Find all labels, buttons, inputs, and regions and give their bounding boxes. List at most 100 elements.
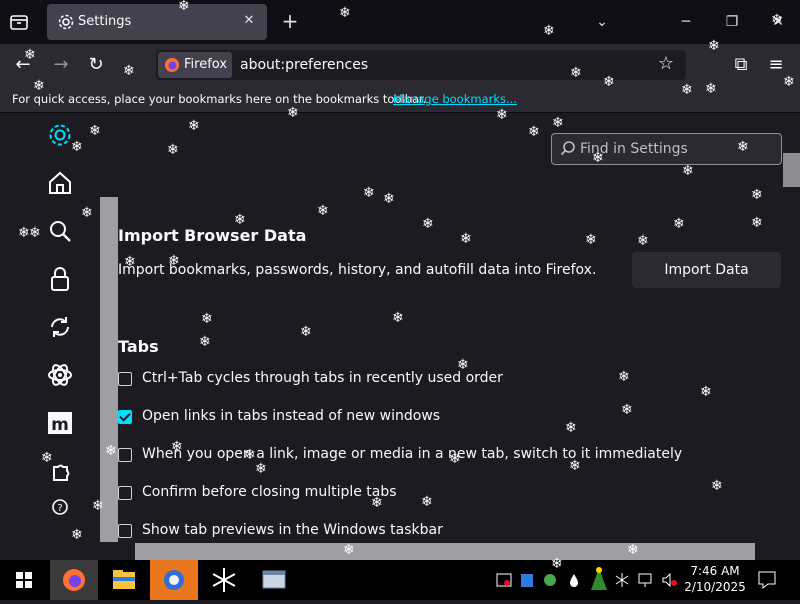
snowflake-icon: ❄ (457, 357, 469, 373)
chevron-down-icon[interactable]: ⌄ (592, 12, 612, 32)
snowflake-icon: ❄ (343, 542, 355, 558)
mozilla-icon: m (48, 412, 72, 435)
taskbar-snow-app[interactable] (200, 560, 248, 600)
bookmark-star-icon[interactable]: ☆ (656, 54, 676, 74)
manage-bookmarks-link[interactable]: Manage bookmarks... (393, 92, 517, 106)
taskbar-firefox[interactable] (50, 560, 98, 600)
start-button[interactable] (0, 560, 48, 600)
reload-icon[interactable]: ↻ (85, 54, 107, 76)
svg-text:m: m (51, 415, 69, 435)
category-home[interactable] (46, 169, 74, 197)
snowflake-icon: ❄ (460, 231, 472, 247)
category-experimental[interactable] (46, 361, 74, 389)
snowflake-icon: ❄ (449, 451, 461, 467)
snowflake-icon: ❄ (317, 203, 329, 219)
snowflake-icon: ❄ (105, 443, 117, 459)
tab-strip: Settings ✕ + ⌄ ─ ❐ ✕ (0, 0, 800, 44)
snowflake-icon: ❄ (89, 123, 101, 139)
search-icon (560, 140, 576, 156)
extensions-icon[interactable]: ⧉ (730, 54, 752, 76)
snowflake-icon: ❄ (771, 12, 783, 28)
snowflake-icon: ❄ (33, 78, 45, 94)
content-scrollbar[interactable] (783, 153, 800, 187)
option-label: Ctrl+Tab cycles through tabs in recently… (142, 370, 503, 386)
snowflake-icon: ❄ (339, 5, 351, 21)
snowflake-icon: ❄ (171, 439, 183, 455)
identity-box[interactable]: Firefox (158, 52, 232, 78)
category-sync[interactable] (46, 313, 74, 341)
forward-arrow-icon[interactable]: → (50, 54, 72, 76)
close-tab-icon[interactable]: ✕ (242, 14, 256, 28)
notifications-icon[interactable] (758, 570, 776, 590)
horizontal-scrollbar[interactable] (135, 543, 755, 560)
snowflake-icon: ❄ (637, 233, 649, 249)
tray-snowflake-icon[interactable] (614, 571, 630, 589)
home-icon (49, 171, 71, 194)
tray-storage-icon[interactable] (519, 571, 535, 589)
snowflake-icon: ❄ (751, 187, 763, 203)
tray-app-icon[interactable] (542, 571, 558, 589)
network-icon[interactable] (638, 571, 654, 589)
checkbox[interactable] (118, 448, 132, 462)
checkbox[interactable] (118, 524, 132, 538)
new-tab-icon[interactable]: + (281, 11, 299, 31)
category-search[interactable] (46, 217, 74, 245)
snowflake-icon: ❄ (81, 205, 93, 221)
snowflake-icon: ❄ (178, 0, 190, 14)
list-all-tabs-icon[interactable] (8, 11, 30, 33)
minimize-icon[interactable]: ─ (676, 12, 696, 32)
taskbar-app-window[interactable] (250, 560, 298, 600)
tabs-heading: Tabs (118, 337, 159, 356)
snowflake-icon: ❄ (71, 527, 83, 543)
snowflake-icon: ❄ (421, 494, 433, 510)
snowflake-icon: ❄ (167, 142, 179, 158)
snowflake-icon: ❄ (751, 215, 763, 231)
restore-icon[interactable]: ❐ (722, 12, 742, 32)
clock-time: 7:46 AM (690, 564, 740, 578)
tab-settings[interactable]: Settings ✕ (47, 4, 267, 40)
atom-icon (48, 364, 72, 386)
url-text[interactable]: about:preferences (240, 57, 368, 73)
category-general[interactable] (46, 121, 74, 149)
snowflake-icon: ❄ (682, 163, 694, 179)
import-data-button[interactable]: Import Data (632, 252, 781, 288)
snowflake-icon: ❄ (24, 47, 36, 63)
snowflake-icon: ❄ (783, 74, 795, 90)
snowflake-icon: ❄ (383, 191, 395, 207)
import-description: Import bookmarks, passwords, history, an… (118, 262, 597, 278)
tab-title: Settings (78, 14, 132, 29)
snowflake-icon: ❄ (711, 478, 723, 494)
volume-muted-icon[interactable] (661, 571, 677, 589)
category-mozilla[interactable]: m (46, 409, 74, 437)
sync-icon (51, 317, 69, 337)
snowflake-icon: ❄ (392, 310, 404, 326)
option-label: Show tab previews in the Windows taskbar (142, 522, 443, 538)
gear-icon (57, 13, 75, 31)
snowflake-icon: ❄ (244, 447, 256, 463)
menu-icon[interactable]: ≡ (765, 54, 787, 76)
snowflake-icon: ❄ (199, 334, 211, 350)
checkbox-checked[interactable] (118, 410, 132, 424)
snowflake-icon: ❄ (300, 324, 312, 340)
preferences-content: m ? Find in Settings Import Browser Data… (0, 113, 800, 560)
checkbox[interactable] (118, 372, 132, 386)
snowflake-icon: ❄ (618, 369, 630, 385)
taskbar-app[interactable] (150, 560, 198, 600)
snowflake-icon: ❄ (255, 461, 267, 477)
tray-tree-icon[interactable] (590, 566, 608, 594)
category-support[interactable]: ? (46, 493, 74, 521)
taskbar-clock[interactable]: 7:46 AM 2/10/2025 (682, 563, 748, 595)
snowflake-icon: ❄ (188, 118, 200, 134)
option-label: Open links in tabs instead of new window… (142, 408, 441, 424)
snowflake-icon: ❄ (708, 38, 720, 54)
checkbox[interactable] (118, 486, 132, 500)
sidebar-scrollbar[interactable] (100, 197, 118, 542)
category-privacy[interactable] (46, 265, 74, 293)
lock-icon (51, 267, 69, 291)
navigation-toolbar: ← → ↻ Firefox about:preferences ☆ ⧉ ≡ (0, 44, 800, 86)
tray-security-icon[interactable] (496, 571, 512, 589)
taskbar-file-explorer[interactable] (100, 560, 148, 600)
tray-drop-icon[interactable] (566, 571, 582, 589)
snowflake-icon: ❄ (585, 232, 597, 248)
windows-taskbar: 7:46 AM 2/10/2025 (0, 560, 800, 600)
